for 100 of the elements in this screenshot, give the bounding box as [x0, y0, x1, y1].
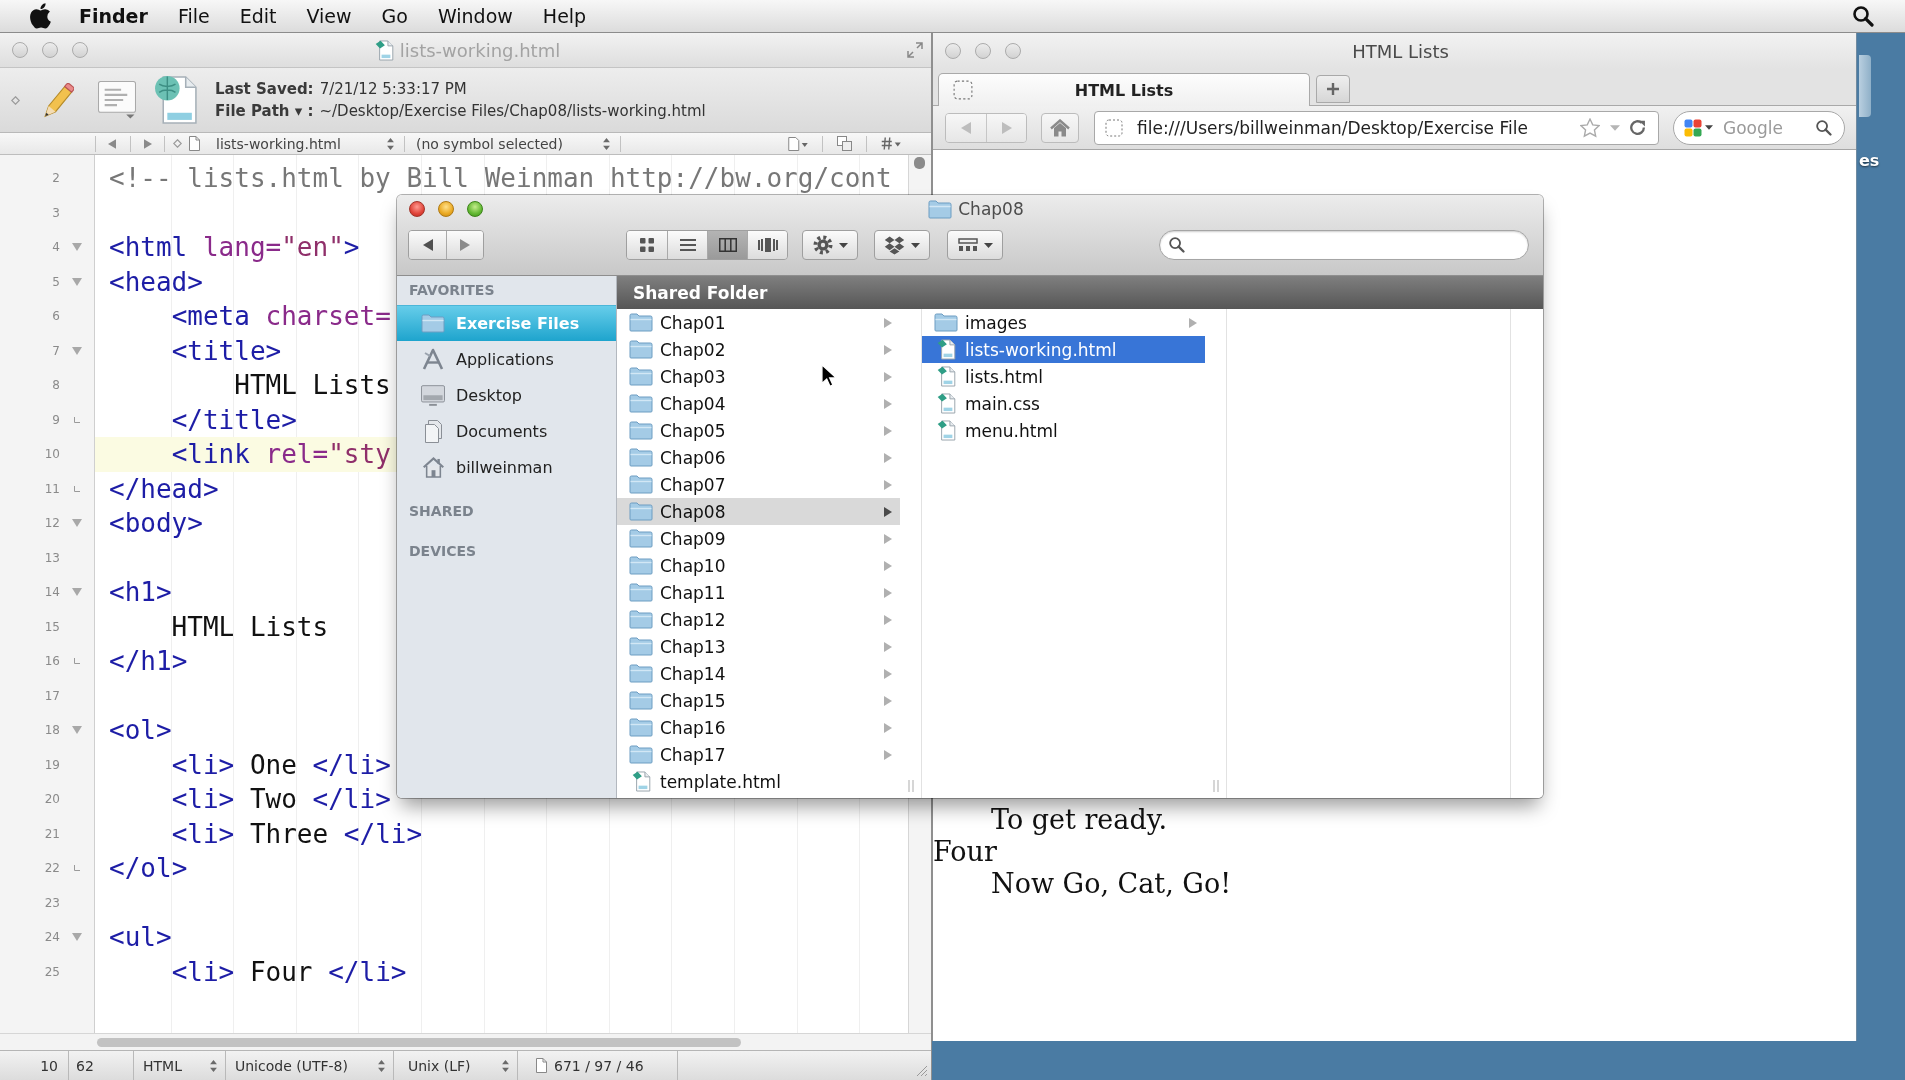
search-field[interactable]: [1159, 230, 1529, 260]
horizontal-scrollbar[interactable]: [0, 1033, 931, 1050]
file-row[interactable]: menu.html: [922, 417, 1205, 444]
zoom-button[interactable]: [1005, 43, 1021, 59]
forward-button[interactable]: [446, 231, 483, 259]
close-button[interactable]: [409, 201, 425, 217]
language-popup[interactable]: HTML: [134, 1051, 226, 1080]
disclosure-arrow-icon[interactable]: [884, 506, 892, 517]
home-button[interactable]: [1041, 112, 1079, 143]
line-endings-popup[interactable]: Unix (LF): [394, 1051, 518, 1080]
search-icon[interactable]: [1853, 5, 1874, 27]
browser-tab[interactable]: HTML Lists: [938, 73, 1310, 106]
fold-triangle-icon[interactable]: [72, 933, 82, 942]
fold-end-icon[interactable]: [74, 485, 80, 492]
file-row[interactable]: main.css: [922, 390, 1205, 417]
file-row[interactable]: Chap14: [617, 660, 900, 687]
html-document-icon[interactable]: [154, 76, 197, 124]
hash-menu-icon[interactable]: [881, 137, 901, 150]
menu-item[interactable]: Help: [527, 1, 602, 31]
desktop-icon-label[interactable]: es: [1859, 151, 1880, 170]
apple-icon[interactable]: [29, 3, 51, 29]
scrollbar-thumb[interactable]: [914, 157, 925, 169]
action-menu-button[interactable]: [802, 230, 858, 260]
resize-grip-icon[interactable]: [916, 1065, 928, 1077]
symbol-popup[interactable]: (no symbol selected): [416, 133, 616, 154]
search-icon[interactable]: [1816, 119, 1832, 136]
back-button[interactable]: [409, 231, 446, 259]
menu-item[interactable]: File: [162, 1, 225, 31]
fold-triangle-icon[interactable]: [72, 346, 82, 355]
file-row[interactable]: lists-working.html: [922, 336, 1205, 363]
minimize-button[interactable]: [438, 201, 454, 217]
view-button[interactable]: [747, 231, 787, 259]
diamond-icon[interactable]: [173, 139, 182, 148]
fold-end-icon[interactable]: [74, 416, 80, 423]
file-row[interactable]: Chap10: [617, 552, 900, 579]
sidebar-item[interactable]: Desktop: [397, 377, 616, 413]
column-resize-icon[interactable]: [1213, 780, 1219, 792]
menu-item[interactable]: Window: [422, 1, 528, 31]
fold-end-icon[interactable]: [74, 865, 80, 872]
file-row[interactable]: Chap05: [617, 417, 900, 444]
menu-item[interactable]: Go: [366, 1, 423, 31]
minimize-button[interactable]: [42, 42, 58, 58]
menu-item[interactable]: View: [291, 1, 367, 31]
file-row[interactable]: Chap03: [617, 363, 900, 390]
reload-icon[interactable]: [1630, 119, 1646, 136]
zoom-button[interactable]: [72, 42, 88, 58]
caret-icon[interactable]: [1705, 125, 1713, 130]
star-icon[interactable]: [1580, 117, 1600, 138]
fold-triangle-icon[interactable]: [72, 588, 82, 597]
fold-triangle-icon[interactable]: [72, 726, 82, 735]
file-row[interactable]: images: [922, 309, 1205, 336]
share-menu-button[interactable]: [874, 230, 930, 260]
new-tab-button[interactable]: [1316, 75, 1350, 103]
pencil-icon[interactable]: [44, 82, 74, 118]
forward-arrow-icon[interactable]: [144, 138, 152, 149]
arrange-menu-button[interactable]: [947, 230, 1003, 260]
view-button[interactable]: [627, 231, 667, 259]
view-button[interactable]: [707, 231, 747, 259]
file-row[interactable]: Chap04: [617, 390, 900, 417]
file-row[interactable]: Chap02: [617, 336, 900, 363]
encoding-popup[interactable]: Unicode (UTF-8): [226, 1051, 394, 1080]
sidebar-item[interactable]: billweinman: [397, 449, 616, 485]
view-button[interactable]: [667, 231, 707, 259]
sidebar-item[interactable]: Applications: [397, 341, 616, 377]
file-row[interactable]: Chap12: [617, 606, 900, 633]
file-row[interactable]: Chap06: [617, 444, 900, 471]
forward-button[interactable]: [986, 113, 1026, 142]
text-options-icon[interactable]: [98, 81, 136, 119]
file-row[interactable]: Chap09: [617, 525, 900, 552]
file-row[interactable]: Chap07: [617, 471, 900, 498]
fullscreen-icon[interactable]: [907, 42, 923, 58]
desktop-item-icon[interactable]: [1859, 55, 1871, 117]
copy-icon[interactable]: [837, 136, 852, 151]
file-popup[interactable]: lists-working.html: [216, 133, 400, 154]
file-row[interactable]: Chap16: [617, 714, 900, 741]
file-row[interactable]: Chap11: [617, 579, 900, 606]
file-path-label[interactable]: File Path ▾ :: [215, 102, 314, 120]
zoom-button[interactable]: [467, 201, 483, 217]
fold-end-icon[interactable]: [74, 658, 80, 665]
menu-item[interactable]: Edit: [224, 1, 292, 31]
document-menu-icon[interactable]: [788, 136, 808, 151]
column-resize-icon[interactable]: [908, 780, 914, 792]
back-arrow-icon[interactable]: [108, 138, 116, 149]
address-field[interactable]: file:///Users/billweinman/Desktop/Exercise File: [1094, 110, 1659, 145]
file-row[interactable]: Chap17: [617, 741, 900, 768]
document-icon[interactable]: [536, 1058, 547, 1073]
colored-squares-icon[interactable]: [1684, 118, 1702, 137]
fold-triangle-icon[interactable]: [72, 277, 82, 286]
file-row[interactable]: Chap01: [617, 309, 900, 336]
menu-item[interactable]: Finder: [64, 1, 163, 31]
fold-triangle-icon[interactable]: [72, 519, 82, 528]
minimize-button[interactable]: [975, 43, 991, 59]
diamond-icon[interactable]: [11, 95, 20, 105]
fold-triangle-icon[interactable]: [72, 243, 82, 252]
file-row[interactable]: lists.html: [922, 363, 1205, 390]
file-row[interactable]: template.html: [617, 768, 900, 795]
file-row[interactable]: Chap15: [617, 687, 900, 714]
file-row[interactable]: Chap13: [617, 633, 900, 660]
file-row[interactable]: Chap08: [617, 498, 900, 525]
scrollbar-thumb[interactable]: [97, 1037, 741, 1047]
